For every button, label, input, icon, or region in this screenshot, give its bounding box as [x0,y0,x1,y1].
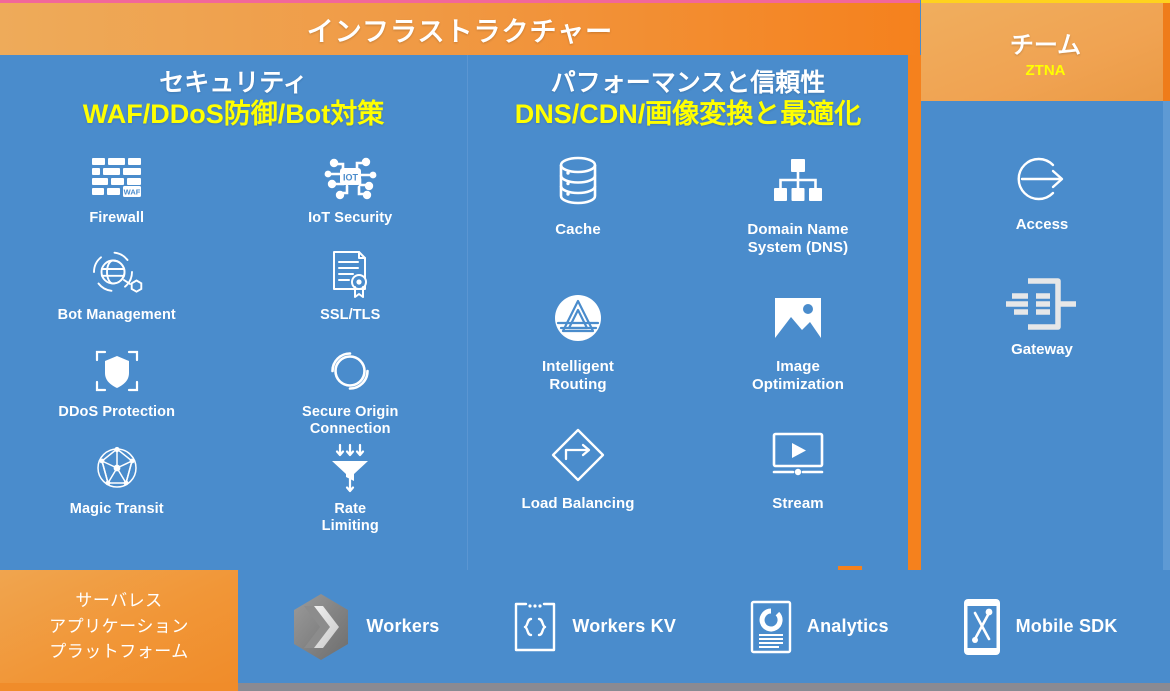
performance-subtitle: DNS/CDN/画像変換と最適化 [514,99,862,129]
serverless-items-bar: Workers Workers KV Analytics Mobile SDK [238,570,1170,683]
workers-kv-braces-icon [512,601,558,653]
security-subtitle: WAF/DDoS防御/Bot対策 [82,99,385,129]
rate-limiting-funnel-icon [326,441,374,495]
infrastructure-team-separator [908,55,921,570]
bot-management-icon [90,247,144,301]
tile-load-balancing[interactable]: Load Balancing [468,424,688,561]
tile-label: Bot Management [57,306,176,323]
stream-video-icon [771,424,825,486]
workers-logo-icon [290,593,352,661]
analytics-donut-icon [749,599,793,655]
tile-label: Analytics [806,616,889,636]
team-header-right-edge [1163,3,1170,101]
infrastructure-title: インフラストラクチャー [306,16,614,47]
tile-label: DDoS Protection [58,403,176,420]
tile-bot-management[interactable]: Bot Management [0,247,234,344]
tile-label: Load Balancing [521,494,635,512]
tile-label: Gateway [1011,341,1073,358]
serverless-label-line-2: アプリケーション [49,616,189,636]
tile-magic-transit[interactable]: Magic Transit [0,441,234,538]
performance-column: パフォーマンスと信頼性 DNS/CDN/画像変換と最適化 Cache Domai… [468,55,908,570]
infrastructure-header: インフラストラクチャー [0,3,920,55]
cache-database-icon [554,150,602,212]
load-balancing-diamond-icon [550,424,606,486]
tile-intelligent-routing[interactable]: Intelligent Routing [468,287,688,424]
tile-label: IoT Security [308,209,393,226]
secure-origin-ring-icon [325,344,375,398]
mobile-sdk-icon [962,597,1002,657]
svg-text:IOT: IOT [343,172,359,182]
performance-tile-grid: Cache Domain Name System (DNS) Intellige… [468,150,908,561]
ssl-certificate-icon [329,247,371,301]
tile-label: Firewall [89,209,145,226]
tile-ddos-protection[interactable]: DDoS Protection [0,344,234,441]
dns-hierarchy-icon [772,150,824,212]
tile-image-optimization[interactable]: Image Optimization [688,287,908,424]
image-optimization-icon [772,287,824,349]
tile-workers[interactable]: Workers [290,593,439,661]
security-title-jp: セキュリティ [159,69,308,97]
tile-label: Stream [772,494,824,512]
tile-label: Mobile SDK [1015,616,1118,636]
tile-cache[interactable]: Cache [468,150,688,287]
access-arrow-circle-icon [1013,150,1071,208]
tile-access[interactable]: Access [921,150,1163,233]
firewall-brickwall-icon: WAF [91,150,143,204]
tile-workers-kv[interactable]: Workers KV [512,601,676,653]
iot-security-icon: IOT [323,150,377,204]
tile-ssl-tls[interactable]: SSL/TLS [234,247,468,344]
team-body-right-edge [1163,101,1170,570]
tile-label: SSL/TLS [320,306,381,323]
intelligent-routing-icon [552,287,604,349]
tile-label: Access [1015,216,1069,233]
tile-analytics[interactable]: Analytics [749,599,889,655]
team-tile-list: Access Gateway [921,150,1163,400]
bottom-left-edge [0,683,238,691]
tile-label: Rate Limiting [321,500,379,535]
team-subtitle-ztna: ZTNA [1025,62,1066,79]
serverless-label-line-3: プラットフォーム [49,642,189,662]
performance-title-jp: パフォーマンスと信頼性 [550,69,826,97]
tile-label: Intelligent Routing [542,357,614,394]
magic-transit-network-icon [92,441,142,495]
bottom-gray-strip [238,683,1170,691]
tile-label: Magic Transit [69,500,164,517]
tile-label: Workers KV [572,616,677,636]
svg-text:WAF: WAF [123,187,140,196]
serverless-label-line-1: サーバレス [75,591,163,611]
tile-stream[interactable]: Stream [688,424,908,561]
tile-rate-limiting[interactable]: Rate Limiting [234,441,468,538]
gateway-icon [1002,275,1082,333]
team-title: チーム [1009,32,1082,59]
tile-gateway[interactable]: Gateway [921,275,1163,358]
serverless-platform-label: サーバレス アプリケーション プラットフォーム [0,570,238,683]
security-column-title: セキュリティ WAF/DDoS防御/Bot対策 [0,55,467,132]
diagram-canvas: インフラストラクチャー チーム ZTNA セキュリティ WAF/DDoS防御/B… [0,0,1170,691]
tile-dns[interactable]: Domain Name System (DNS) [688,150,908,287]
team-header: チーム ZTNA [921,3,1170,101]
performance-column-title: パフォーマンスと信頼性 DNS/CDN/画像変換と最適化 [468,55,908,132]
shield-scan-icon [93,344,141,398]
tile-label: Image Optimization [751,357,845,394]
tile-label: Cache [555,220,601,238]
tile-mobile-sdk[interactable]: Mobile SDK [962,597,1118,657]
security-tile-grid: WAF Firewall IOT IoT Security Bot Manage… [0,150,467,538]
tile-iot-security[interactable]: IOT IoT Security [234,150,468,247]
tile-firewall[interactable]: WAF Firewall [0,150,234,247]
tile-label: Domain Name System (DNS) [747,220,849,257]
security-column: セキュリティ WAF/DDoS防御/Bot対策 WAF Firewall IOT… [0,55,467,570]
tile-label: Workers [366,616,440,636]
tile-label: Secure Origin Connection [302,403,399,438]
tile-secure-origin-connection[interactable]: Secure Origin Connection [234,344,468,441]
